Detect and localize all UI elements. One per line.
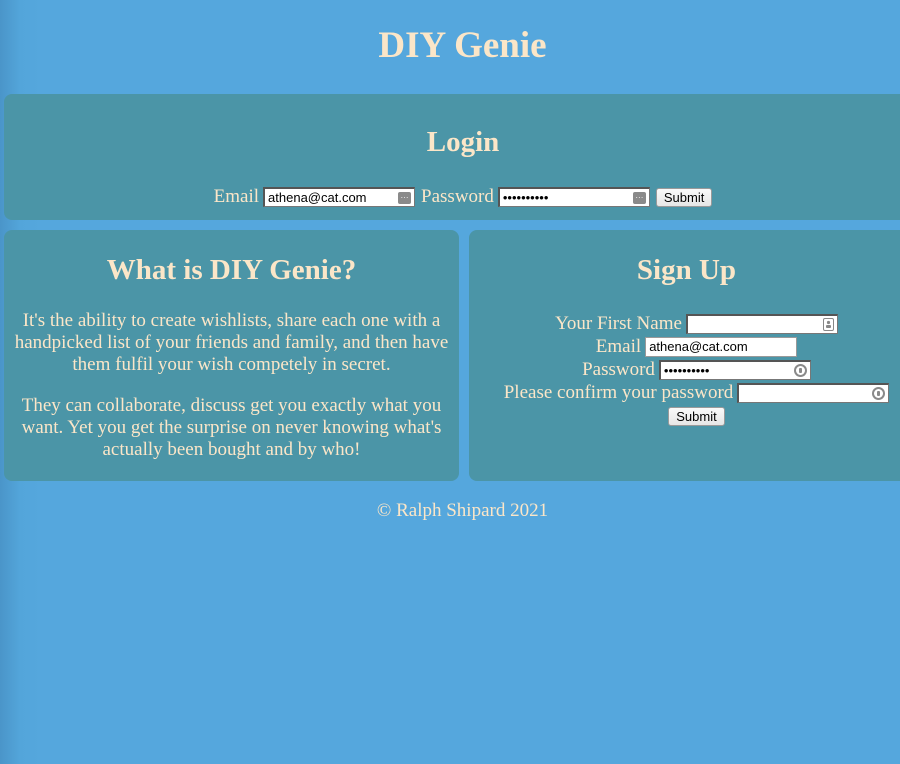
site-title: DIY Genie (378, 25, 547, 66)
login-submit-button[interactable]: Submit (655, 187, 713, 207)
signup-panel: Sign Up Your First Name Email athena@cat… (469, 230, 900, 481)
signup-submit-button[interactable]: Submit (668, 407, 725, 426)
footer-copyright: © Ralph Shipard 2021 (376, 500, 549, 521)
confirm-password-label: Please confirm your password (503, 382, 734, 403)
login-email-field[interactable]: athena@cat.com ··· (263, 187, 416, 207)
contact-card-icon[interactable] (822, 317, 834, 331)
confirm-password-field[interactable] (737, 382, 890, 403)
login-password-field[interactable]: •••••••••• ··· (497, 187, 650, 207)
about-paragraph: They can collaborate, discuss get you ex… (21, 395, 442, 460)
signup-email-label: Email (595, 336, 642, 357)
signup-email-value: athena@cat.com (649, 339, 748, 354)
password-key-icon[interactable] (793, 363, 807, 377)
login-password-value: •••••••••• (502, 190, 549, 205)
signup-password-field[interactable]: •••••••••• (658, 359, 811, 380)
password-key-icon[interactable] (872, 386, 886, 400)
login-heading: Login (426, 126, 500, 158)
autofill-icon[interactable]: ··· (632, 191, 646, 204)
signup-password-value: •••••••••• (663, 362, 710, 378)
first-name-field[interactable] (685, 313, 838, 334)
signup-form: Your First Name Email athena@cat.com Pas… (469, 312, 900, 428)
signup-heading: Sign Up (636, 254, 737, 286)
about-text: It's the ability to create wishlists, sh… (8, 310, 455, 480)
about-panel: What is DIY Genie? It's the ability to c… (4, 230, 459, 481)
signup-email-field[interactable]: athena@cat.com (645, 336, 798, 357)
about-paragraph: It's the ability to create wishlists, sh… (14, 310, 449, 375)
login-panel: Login Email athena@cat.com ··· Password … (4, 94, 900, 220)
login-password-label: Password (421, 186, 494, 207)
login-email-value: athena@cat.com (268, 190, 367, 205)
login-form: Email athena@cat.com ··· Password ••••••… (4, 186, 900, 208)
login-email-label: Email (213, 186, 260, 207)
about-heading: What is DIY Genie? (106, 254, 357, 286)
signup-password-label: Password (582, 359, 655, 380)
first-name-label: Your First Name (555, 313, 682, 334)
autofill-icon[interactable]: ··· (398, 191, 412, 204)
